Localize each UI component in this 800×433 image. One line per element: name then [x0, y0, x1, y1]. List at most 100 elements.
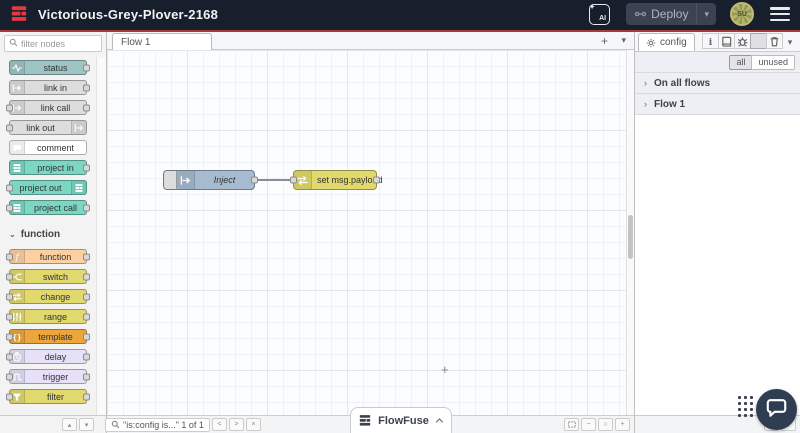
- search-close-button[interactable]: ×: [245, 418, 261, 431]
- input-port[interactable]: [6, 313, 13, 320]
- config-group-on-all-flows[interactable]: › On all flows: [635, 72, 800, 93]
- palette-node-function[interactable]: f function: [6, 249, 90, 264]
- change-output-port[interactable]: [373, 176, 380, 184]
- input-port[interactable]: [6, 373, 13, 380]
- palette-collapse-all-button[interactable]: ▴: [62, 418, 77, 431]
- chat-widget-button[interactable]: [756, 389, 797, 430]
- sidebar-tabs-caret[interactable]: ▾: [788, 37, 793, 48]
- inject-node[interactable]: Inject: [163, 170, 258, 190]
- palette-node-status[interactable]: status: [9, 60, 90, 75]
- input-port[interactable]: [6, 353, 13, 360]
- input-port[interactable]: [6, 333, 13, 340]
- add-flow-button[interactable]: +: [601, 34, 608, 48]
- user-avatar[interactable]: SU: [730, 2, 754, 26]
- flow-tab-bar: Flow 1 + ▾: [107, 32, 634, 50]
- palette-node-switch[interactable]: switch: [6, 269, 90, 284]
- avatar-initials: SU: [737, 10, 747, 18]
- output-port[interactable]: [83, 84, 90, 91]
- inject-output-port[interactable]: [251, 176, 258, 184]
- pulse-icon: [10, 61, 25, 74]
- change-node[interactable]: set msg.payload: [290, 170, 383, 190]
- deploy-button-label: Deploy: [651, 7, 689, 21]
- output-port[interactable]: [83, 273, 90, 280]
- inject-trigger-button[interactable]: [164, 171, 177, 189]
- palette-node-link-out[interactable]: link out: [6, 120, 87, 135]
- input-port[interactable]: [6, 393, 13, 400]
- palette-node-trigger[interactable]: trigger: [6, 369, 90, 384]
- input-port[interactable]: [6, 293, 13, 300]
- config-filter-unused-button[interactable]: unused: [751, 54, 795, 70]
- palette-node-range[interactable]: range: [6, 309, 90, 324]
- output-port[interactable]: [83, 253, 90, 260]
- palette-category-function[interactable]: ⌄ function: [9, 229, 106, 240]
- config-filter-all-button[interactable]: all: [729, 54, 753, 70]
- sidebar-tab-icons: i: [701, 33, 783, 49]
- flow-canvas[interactable]: Inject set msg.payload +: [107, 50, 634, 415]
- input-port[interactable]: [6, 124, 13, 131]
- palette-node-delay[interactable]: delay: [6, 349, 90, 364]
- output-port[interactable]: [83, 64, 90, 71]
- palette-scrollbar[interactable]: [96, 57, 106, 415]
- output-port[interactable]: [83, 393, 90, 400]
- output-port[interactable]: [83, 313, 90, 320]
- zoom-out-button[interactable]: −: [581, 418, 596, 431]
- sidebar-empty-area: [635, 115, 800, 415]
- ai-assistant-button[interactable]: ✦ AI: [589, 3, 611, 25]
- output-port[interactable]: [83, 353, 90, 360]
- flow-list-button[interactable]: ▾: [621, 35, 626, 46]
- deploy-options-caret[interactable]: ▾: [696, 3, 716, 25]
- tab-flow-1[interactable]: Flow 1: [112, 33, 212, 50]
- palette-node-link-in[interactable]: link in: [9, 80, 90, 95]
- palette-node-link-call[interactable]: link call: [6, 100, 90, 115]
- palette-search-input[interactable]: filter nodes: [4, 35, 102, 52]
- output-port[interactable]: [83, 373, 90, 380]
- input-port[interactable]: [6, 104, 13, 111]
- palette-node-project-out[interactable]: project out: [6, 180, 87, 195]
- zoom-in-button[interactable]: +: [615, 418, 630, 431]
- canvas-scrollbar-thumb[interactable]: [628, 215, 633, 259]
- zoom-reset-button[interactable]: ○: [598, 418, 613, 431]
- palette-node-change[interactable]: change: [6, 289, 90, 304]
- flowfuse-drawer-button[interactable]: FlowFuse: [350, 407, 452, 433]
- output-port[interactable]: [83, 293, 90, 300]
- change-input-port[interactable]: [290, 176, 297, 184]
- flowfuse-icon: [359, 415, 371, 426]
- sidebar-tab-gear-icon[interactable]: [749, 33, 767, 49]
- canvas-cursor-crosshair: +: [441, 362, 449, 377]
- output-port[interactable]: [83, 204, 90, 211]
- sidebar-tab-book-icon[interactable]: [717, 33, 735, 49]
- ff-icon: [10, 161, 25, 174]
- flowfuse-pill-label: FlowFuse: [378, 414, 429, 427]
- palette-node-filter[interactable]: filter: [6, 389, 90, 404]
- input-port[interactable]: [6, 273, 13, 280]
- app-header: Victorious-Grey-Plover-2168 ✦ AI Deploy …: [0, 0, 800, 32]
- main-menu-button[interactable]: [770, 7, 790, 21]
- input-port[interactable]: [6, 184, 13, 191]
- output-port[interactable]: [83, 104, 90, 111]
- palette-node-project-in[interactable]: project in: [9, 160, 90, 175]
- sidebar-tab-bug-icon[interactable]: [733, 33, 751, 49]
- deploy-button[interactable]: Deploy ▾: [626, 3, 716, 25]
- input-port[interactable]: [6, 253, 13, 260]
- output-port[interactable]: [83, 164, 90, 171]
- palette-expand-all-button[interactable]: ▾: [79, 418, 94, 431]
- chevron-right-icon: ›: [644, 99, 647, 109]
- sidebar-tab-trash-icon[interactable]: [765, 33, 783, 49]
- config-group-label: On all flows: [654, 77, 711, 89]
- palette-node-comment[interactable]: comment: [9, 140, 87, 155]
- palette-node-template[interactable]: {} template: [6, 329, 90, 344]
- output-port[interactable]: [83, 333, 90, 340]
- tab-config[interactable]: config: [638, 33, 695, 51]
- search-next-button[interactable]: >: [228, 418, 244, 431]
- canvas-search-result[interactable]: "is:config is..." 1 of 1: [105, 417, 210, 432]
- navigator-toggle-icon[interactable]: [564, 418, 579, 431]
- input-port[interactable]: [6, 204, 13, 211]
- config-group-flow-1[interactable]: › Flow 1: [635, 93, 800, 114]
- link-icon: [10, 81, 25, 94]
- search-prev-button[interactable]: <: [211, 418, 227, 431]
- palette-node-project-call[interactable]: project call: [6, 200, 90, 215]
- canvas-vertical-scrollbar[interactable]: [626, 50, 634, 415]
- main-area: filter nodes status link in link call link …: [0, 32, 800, 433]
- drag-handle-dots[interactable]: [738, 396, 753, 417]
- sidebar-tab-info-icon[interactable]: i: [701, 33, 719, 49]
